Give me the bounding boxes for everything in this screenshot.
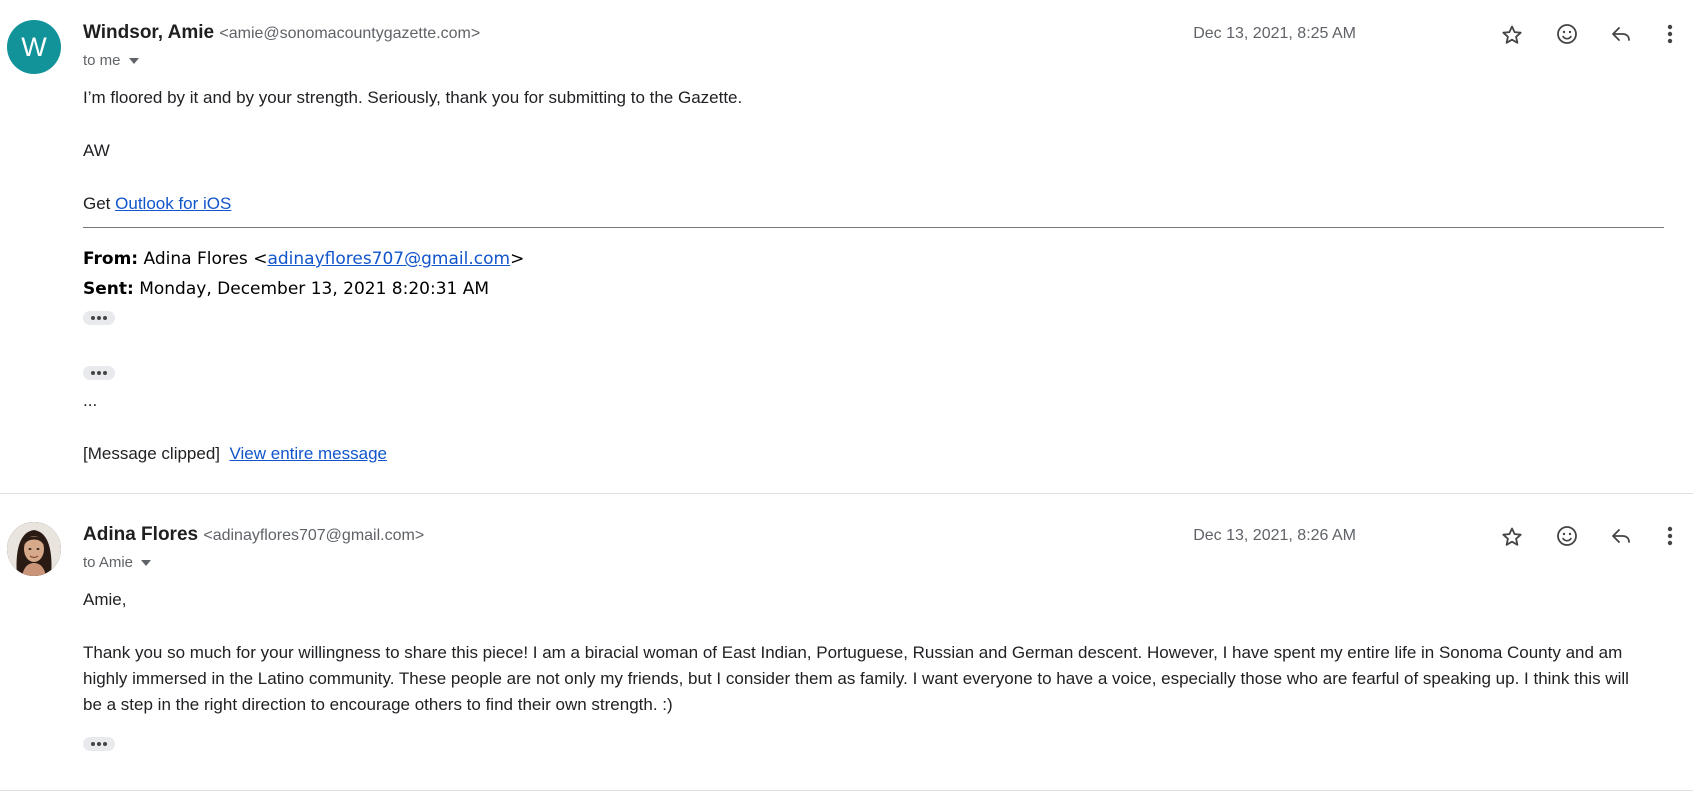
emoji-reaction-button[interactable] [1549,16,1585,52]
message-date: Dec 13, 2021, 8:26 AM [1193,527,1356,544]
greeting: Amie, [83,590,127,609]
dot [91,316,95,320]
dot [97,371,101,375]
sent-label: Sent: [83,279,134,299]
reply-icon [1612,529,1630,543]
avatar-portrait-icon [7,522,61,576]
star-icon [1502,25,1522,44]
caret-down-icon [128,57,139,64]
sender-avatar[interactable]: W [7,20,61,74]
avatar-letter: W [21,31,47,62]
more-options-button[interactable] [1656,16,1684,52]
message-body-line: I’m floored by it and by your strength. … [83,88,743,107]
outlook-ios-link[interactable]: Outlook for iOS [115,194,231,213]
more-options-button[interactable] [1656,518,1684,554]
quote-separator [83,227,1664,228]
reply-icon [1612,27,1630,41]
sender-name[interactable]: Adina Flores [83,524,198,545]
show-trimmed-content-button[interactable] [83,737,115,751]
reply-button[interactable] [1603,518,1639,554]
caret-down-icon [141,559,152,566]
signature: AW [83,141,110,160]
dot [103,371,107,375]
sender-name[interactable]: Windsor, Amie [83,22,214,43]
message-divider [0,790,1693,791]
sent-value: Monday, December 13, 2021 8:20:31 AM [139,279,490,299]
show-trimmed-content-button[interactable] [83,311,115,325]
view-entire-message-link[interactable]: View entire message [229,444,387,463]
recipient-label: to me [83,52,121,69]
message-clipped-line: [Message clipped] View entire message [83,441,387,467]
star-button[interactable] [1494,17,1530,53]
message-body-line: be a step in the right direction to enco… [83,695,673,714]
quoted-sent-line: Sent: Monday, December 13, 2021 8:20:31 … [83,279,489,299]
message-date: Dec 13, 2021, 8:25 AM [1193,25,1356,42]
from-name: Adina Flores < [143,249,268,269]
dot [91,742,95,746]
from-email-link[interactable]: adinayflores707@gmail.com [267,249,510,269]
message-body-line: Thank you so much for your willingness t… [83,643,1623,662]
quoted-from-line: From: Adina Flores <adinayflores707@gmai… [83,249,524,269]
dot [91,371,95,375]
message-body-line: highly immersed in the Latino community.… [83,669,1629,688]
emoji-icon [1557,24,1577,44]
more-vert-icon [1667,24,1673,44]
star-icon [1502,527,1522,546]
star-button[interactable] [1494,519,1530,555]
sender-info: Adina Flores <adinayflores707@gmail.com> [83,524,424,546]
dot [97,316,101,320]
ellipsis: ... [83,391,98,410]
from-label: From: [83,249,139,269]
sender-email: <amie@sonomacountygazette.com> [219,25,481,42]
show-trimmed-content-button[interactable] [83,366,115,380]
reply-button[interactable] [1603,16,1639,52]
emoji-reaction-button[interactable] [1549,518,1585,554]
dot [103,742,107,746]
recipient-dropdown[interactable]: to me [83,52,139,69]
from-suffix: > [510,249,525,269]
dot [97,742,101,746]
recipient-label: to Amie [83,554,134,571]
sender-email: <adinayflores707@gmail.com> [203,527,425,544]
clipped-text: [Message clipped] [83,444,221,463]
get-prefix: Get [83,194,111,213]
message-divider [0,493,1693,494]
more-vert-icon [1667,526,1673,546]
sender-avatar-photo[interactable] [7,522,61,576]
dot [103,316,107,320]
sender-info: Windsor, Amie <amie@sonomacountygazette.… [83,22,480,44]
get-outlook-line: Get Outlook for iOS [83,191,231,217]
recipient-dropdown[interactable]: to Amie [83,554,152,571]
emoji-icon [1557,526,1577,546]
